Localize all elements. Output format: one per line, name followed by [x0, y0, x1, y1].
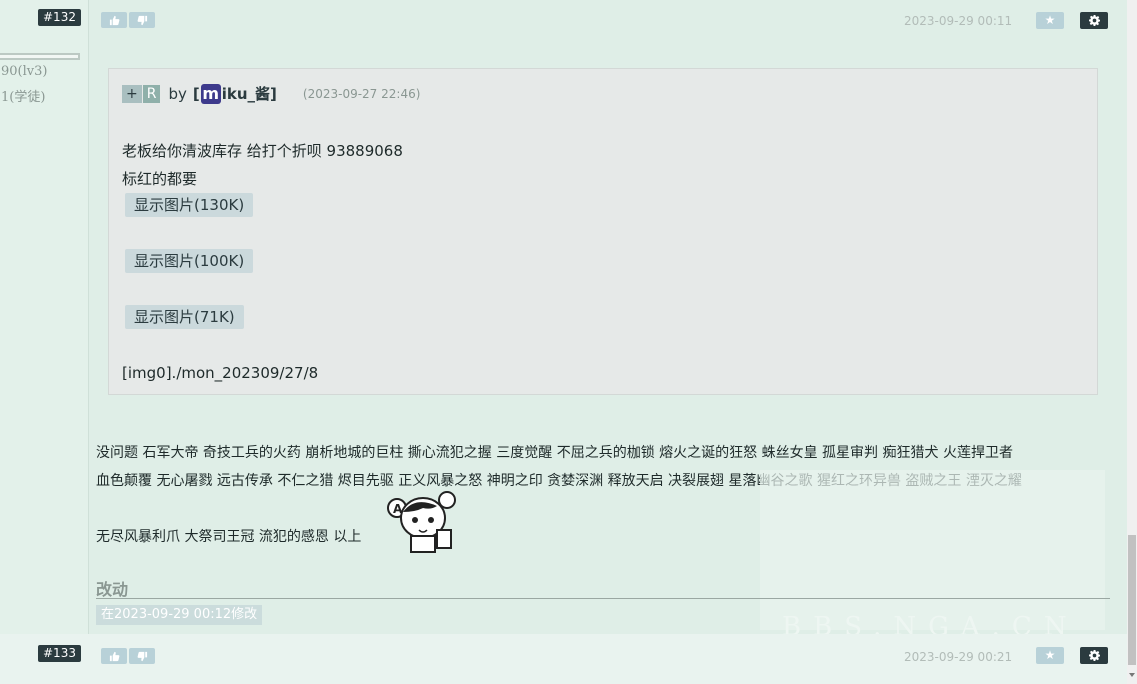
thumbs-down-icon	[137, 651, 147, 661]
image-tag-text: [img0]./mon_202309/27/8	[122, 364, 319, 382]
vote-buttons	[101, 648, 155, 664]
anime-girl-sticker-image: A	[387, 491, 456, 553]
thumbs-up-button[interactable]	[101, 648, 127, 664]
username-bracket: [	[192, 84, 200, 103]
settings-button[interactable]	[1080, 647, 1108, 664]
thumbs-down-icon	[137, 15, 147, 25]
post-number-badge[interactable]: #132	[38, 9, 81, 26]
thumbs-up-button[interactable]	[101, 12, 127, 28]
thumbs-down-button[interactable]	[129, 12, 155, 28]
edit-history-title: 改动	[96, 580, 129, 599]
quote-block: + R by [m iku_酱] (2023-09-27 22:46) 老板给你清…	[108, 68, 1098, 395]
by-label: by	[168, 84, 187, 103]
quote-timestamp: (2023-09-27 22:46)	[302, 86, 421, 101]
reply-text-line: 没问题 石军大帝 奇技工兵的火药 崩析地城的巨柱 撕心流犯之握 三度觉醒 不屈之…	[96, 445, 1013, 461]
post-timestamp: 2023-09-29 00:21	[904, 650, 1013, 664]
thumbs-down-button[interactable]	[129, 648, 155, 664]
show-image-button[interactable]: 显示图片(130K)	[125, 193, 254, 217]
username-initial: m	[200, 83, 221, 104]
scrollbar-thumb[interactable]	[1128, 535, 1136, 665]
quote-text-line: 标红的都要	[122, 170, 198, 188]
thumbs-up-icon	[109, 15, 119, 25]
post-number-badge[interactable]: #133	[38, 645, 81, 662]
quoted-username-link[interactable]: [m iku_酱]	[193, 83, 277, 104]
gear-icon	[1088, 650, 1100, 661]
divider	[96, 598, 1110, 599]
reply-tag-button[interactable]: R	[142, 84, 161, 103]
gear-icon	[1088, 15, 1100, 26]
post-timestamp: 2023-09-29 00:11	[904, 14, 1013, 28]
thumbs-up-icon	[109, 651, 119, 661]
left-user-column: #132 90(lv3) 1(学徒)	[0, 0, 89, 684]
edit-history-note: 在2023-09-29 00:12修改	[96, 605, 263, 625]
expand-quote-button[interactable]: +	[122, 84, 142, 103]
favorite-button[interactable]: ★	[1036, 647, 1064, 664]
user-rank-text: 1(学徒)	[1, 90, 46, 105]
page-scrollbar[interactable]	[1127, 0, 1137, 684]
settings-button[interactable]	[1080, 12, 1108, 29]
favorite-button[interactable]: ★	[1036, 12, 1064, 29]
quote-header: + R by [m iku_酱] (2023-09-27 22:46)	[122, 83, 420, 104]
user-level-text: 90(lv3)	[1, 64, 48, 79]
username-rest: iku_酱]	[221, 85, 277, 103]
level-progress-bar	[0, 53, 80, 60]
reply-text-line: 无尽风暴利爪 大祭司王冠 流犯的感恩 以上	[96, 529, 362, 545]
show-image-button[interactable]: 显示图片(100K)	[125, 249, 254, 273]
vote-buttons	[101, 12, 155, 28]
nga-watermark	[760, 470, 1105, 630]
show-image-button[interactable]: 显示图片(71K)	[125, 305, 244, 329]
quote-text-line: 老板给你清波库存 给打个折呗 93889068	[122, 142, 403, 160]
scroll-down-arrow-icon[interactable]	[1129, 673, 1135, 677]
